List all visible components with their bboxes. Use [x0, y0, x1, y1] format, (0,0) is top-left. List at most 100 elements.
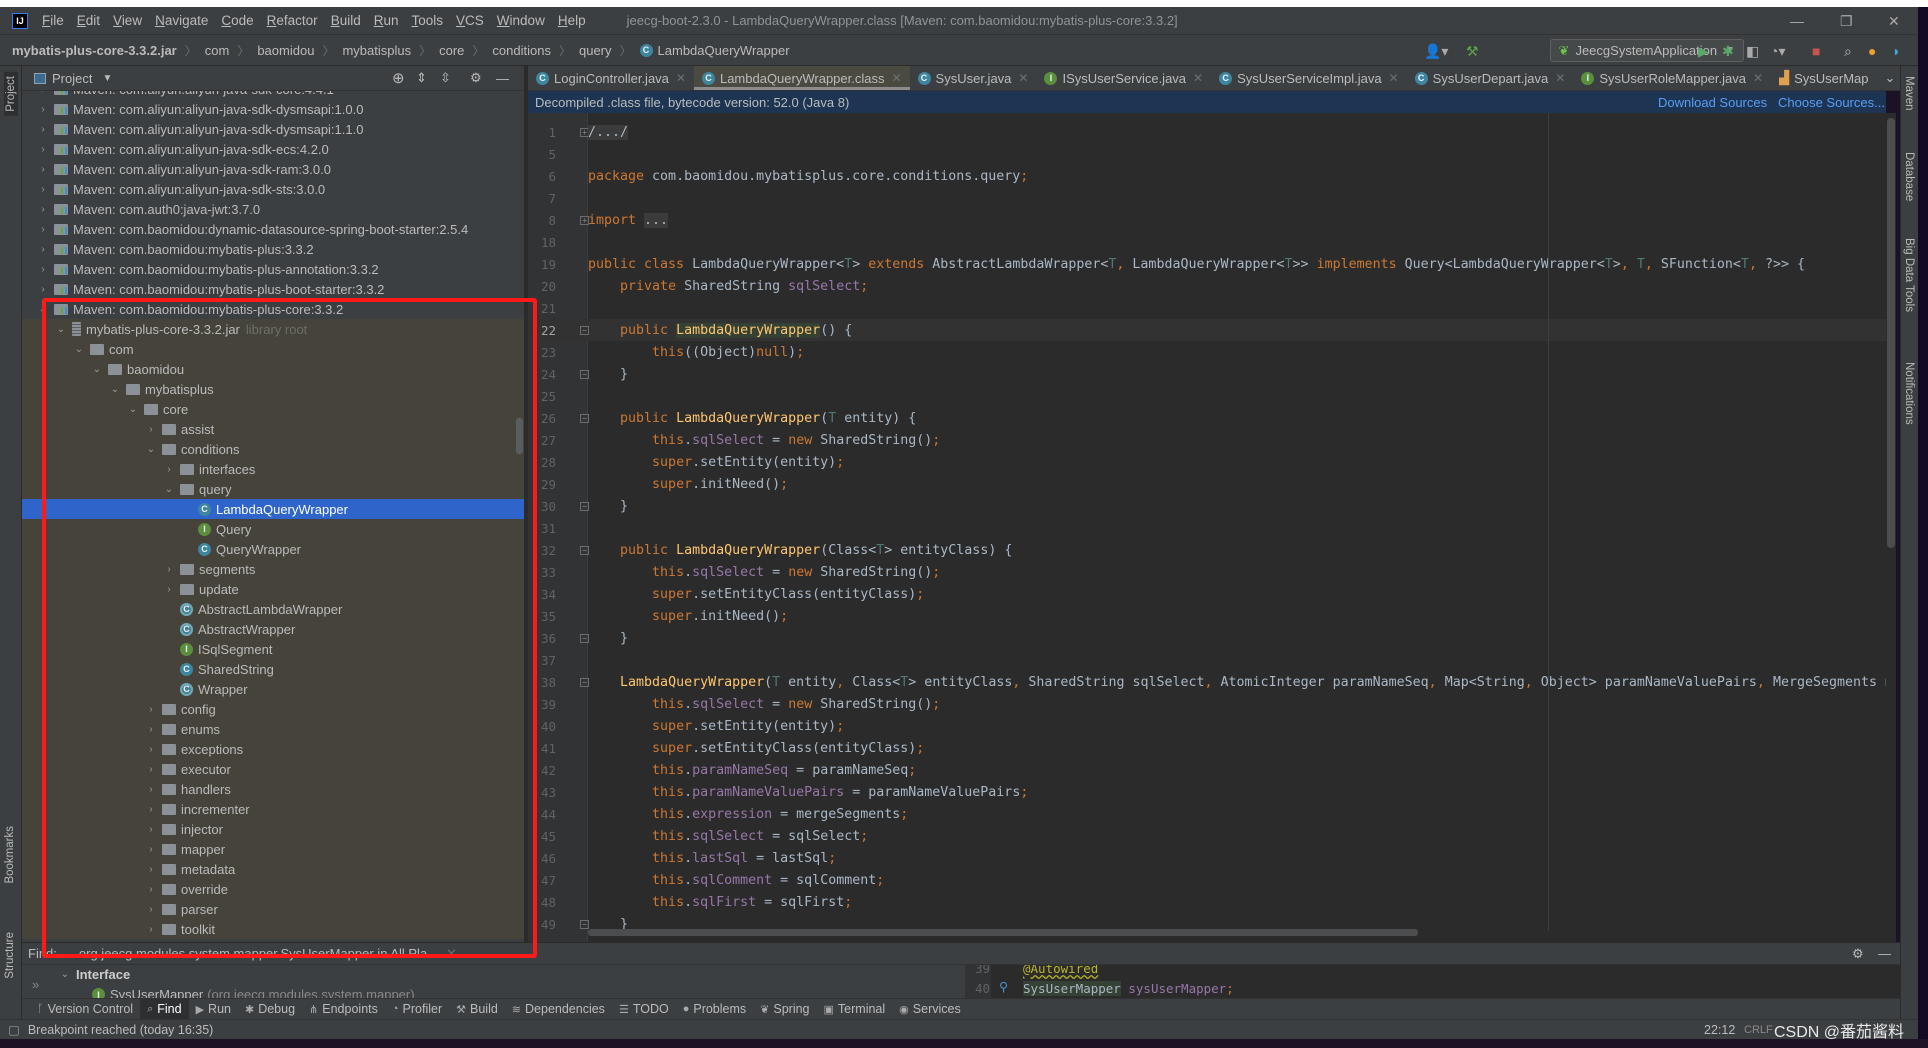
editor-tab[interactable]: I SysUserRoleMapper.java ✕: [1573, 66, 1771, 90]
chevron-down-icon[interactable]: ⌄: [90, 364, 104, 375]
tree-item[interactable]: C Wrapper: [22, 679, 524, 699]
tree-item[interactable]: › Maven: com.baomidou:mybatis-plus:3.3.2: [22, 239, 524, 259]
menu-refactor[interactable]: Refactor: [267, 13, 318, 28]
close-tab-icon[interactable]: ✕: [891, 71, 901, 85]
chevron-right-icon[interactable]: ›: [144, 804, 158, 815]
chevron-down-icon[interactable]: ⌄: [162, 484, 176, 495]
chevron-down-icon[interactable]: ⌄: [36, 304, 50, 315]
tree-item[interactable]: › Maven: com.aliyun:aliyun-java-sdk-sts:3…: [22, 179, 524, 199]
chevron-right-icon[interactable]: ›: [36, 164, 50, 175]
breadcrumb-item[interactable]: mybatis-plus-core-3.3.2.jar: [12, 43, 177, 58]
bookmarks-tool-button[interactable]: Bookmarks: [4, 826, 16, 884]
project-view-selector[interactable]: Project: [52, 71, 92, 86]
tool-tab-problems[interactable]: ● Problems: [676, 999, 753, 1020]
chevron-right-icon[interactable]: ›: [36, 144, 50, 155]
chevron-right-icon[interactable]: ›: [162, 564, 176, 575]
menu-window[interactable]: Window: [497, 13, 545, 28]
tree-item[interactable]: › interfaces: [22, 459, 524, 479]
menu-tools[interactable]: Tools: [412, 13, 444, 28]
chevron-right-icon[interactable]: ›: [144, 864, 158, 875]
breadcrumb-item[interactable]: mybatisplus: [342, 43, 411, 58]
menu-view[interactable]: View: [113, 13, 142, 28]
tree-item[interactable]: › executor: [22, 759, 524, 779]
tree-item[interactable]: C AbstractLambdaWrapper: [22, 599, 524, 619]
chevron-right-icon[interactable]: ›: [144, 844, 158, 855]
menu-navigate[interactable]: Navigate: [155, 13, 208, 28]
profile-icon[interactable]: ◔▾: [1770, 43, 1785, 60]
chevron-right-icon[interactable]: ›: [36, 91, 50, 95]
tree-item[interactable]: › parser: [22, 899, 524, 919]
tree-item[interactable]: C AbstractWrapper: [22, 619, 524, 639]
big-data-tools-button[interactable]: Big Data Tools: [1903, 238, 1915, 312]
status-message[interactable]: Breakpoint reached (today 16:35): [28, 1023, 214, 1037]
tree-item[interactable]: › update: [22, 579, 524, 599]
gear-icon[interactable]: ⚙: [470, 70, 482, 86]
chevron-right-icon[interactable]: ›: [36, 184, 50, 195]
breadcrumb-item[interactable]: core: [439, 43, 464, 58]
chevron-right-icon[interactable]: ›: [36, 124, 50, 135]
editor-tab[interactable]: C SysUser.java ✕: [910, 66, 1037, 90]
find-result-tab[interactable]: org.jeecg.modules.system.mapper.SysUserM…: [79, 946, 438, 961]
tree-item[interactable]: › mapper: [22, 839, 524, 859]
breadcrumb-item[interactable]: conditions: [492, 43, 551, 58]
chevron-right-icon[interactable]: ›: [36, 104, 50, 115]
menu-build[interactable]: Build: [331, 13, 361, 28]
find-result-item[interactable]: I SysUserMapper (org.jeecg.modules.syste…: [92, 987, 415, 998]
tool-tab-profiler[interactable]: ◔ Profiler: [385, 999, 449, 1020]
stop-icon[interactable]: ■: [1812, 43, 1820, 59]
run-configuration-select[interactable]: ❦ JeecgSystemApplication ▼: [1549, 39, 1744, 62]
hide-panel-icon[interactable]: —: [1878, 946, 1891, 961]
chevron-right-icon[interactable]: ›: [162, 464, 176, 475]
editor-scrollbar-thumb[interactable]: [1887, 118, 1895, 548]
update-icon[interactable]: ●: [1868, 43, 1876, 59]
code-token[interactable]: /.../: [588, 124, 629, 140]
tree-item[interactable]: › Maven: com.aliyun:aliyun-java-sdk-ecs:4…: [22, 139, 524, 159]
tree-item[interactable]: I ISqlSegment: [22, 639, 524, 659]
tree-item[interactable]: C QueryWrapper: [22, 539, 524, 559]
toolbox-icon[interactable]: ◗: [1892, 43, 1900, 59]
code-token[interactable]: ...: [644, 212, 669, 228]
tree-item[interactable]: › toolkit: [22, 919, 524, 939]
close-tab-icon[interactable]: ✕: [676, 71, 686, 85]
close-icon[interactable]: ✕: [446, 946, 457, 962]
chevron-right-icon[interactable]: ›: [144, 904, 158, 915]
choose-sources-link[interactable]: Choose Sources...: [1778, 95, 1885, 110]
locate-icon[interactable]: ⊕: [392, 69, 405, 87]
menu-code[interactable]: Code: [221, 13, 253, 28]
tool-tab-terminal[interactable]: ▣ Terminal: [817, 999, 893, 1020]
chevron-right-icon[interactable]: ›: [144, 724, 158, 735]
minimize-icon[interactable]: —: [1790, 13, 1804, 29]
close-icon[interactable]: ✕: [1888, 13, 1900, 30]
chevron-down-icon[interactable]: ⌄: [54, 324, 68, 335]
chevron-right-icon[interactable]: ›: [36, 244, 50, 255]
close-tab-icon[interactable]: ✕: [1193, 71, 1203, 85]
layout-icon[interactable]: ▢: [8, 1022, 20, 1037]
tool-tab-version-control[interactable]: ᚴ Version Control: [30, 999, 140, 1020]
tree-item[interactable]: › Maven: com.baomidou:dynamic-datasource-…: [22, 219, 524, 239]
notifications-tool-button[interactable]: Notifications: [1903, 362, 1915, 425]
chevron-right-icon[interactable]: ›: [36, 284, 50, 295]
chevron-right-icon[interactable]: ›: [144, 424, 158, 435]
chevron-right-icon[interactable]: ›: [162, 584, 176, 595]
download-sources-link[interactable]: Download Sources: [1658, 95, 1767, 110]
close-tab-icon[interactable]: ✕: [1389, 71, 1399, 85]
editor-tab[interactable]: C SysUserServiceImpl.java ✕: [1211, 66, 1407, 90]
chevron-down-icon[interactable]: ⌄: [108, 384, 122, 395]
editor-horizontal-scrollbar[interactable]: [588, 929, 1418, 936]
project-tool-button[interactable]: Project: [4, 72, 18, 116]
tool-tab-dependencies[interactable]: ≋ Dependencies: [505, 999, 612, 1020]
tree-item[interactable]: › incrementer: [22, 799, 524, 819]
chevron-right-icon[interactable]: ›: [144, 924, 158, 935]
find-preview[interactable]: 39 @Autowired 40 ⚲ SysUserMapper sysUser…: [965, 965, 1900, 998]
chevron-down-icon[interactable]: ⌄: [72, 344, 86, 355]
menu-edit[interactable]: Edit: [77, 13, 100, 28]
collapse-all-icon[interactable]: ⇳: [440, 70, 451, 86]
structure-tool-button[interactable]: Structure: [4, 932, 16, 979]
tool-tab-services[interactable]: ◉ Services: [892, 999, 968, 1020]
editor-tab[interactable]: C SysUserDepart.java ✕: [1407, 66, 1574, 90]
editor-tab[interactable]: C LoginController.java ✕: [528, 66, 694, 90]
breadcrumb-item[interactable]: query: [579, 43, 612, 58]
gear-icon[interactable]: ⚙: [1852, 946, 1864, 962]
tool-tab-build[interactable]: ⚒ Build: [449, 999, 505, 1020]
breadcrumb-item[interactable]: baomidou: [257, 43, 314, 58]
